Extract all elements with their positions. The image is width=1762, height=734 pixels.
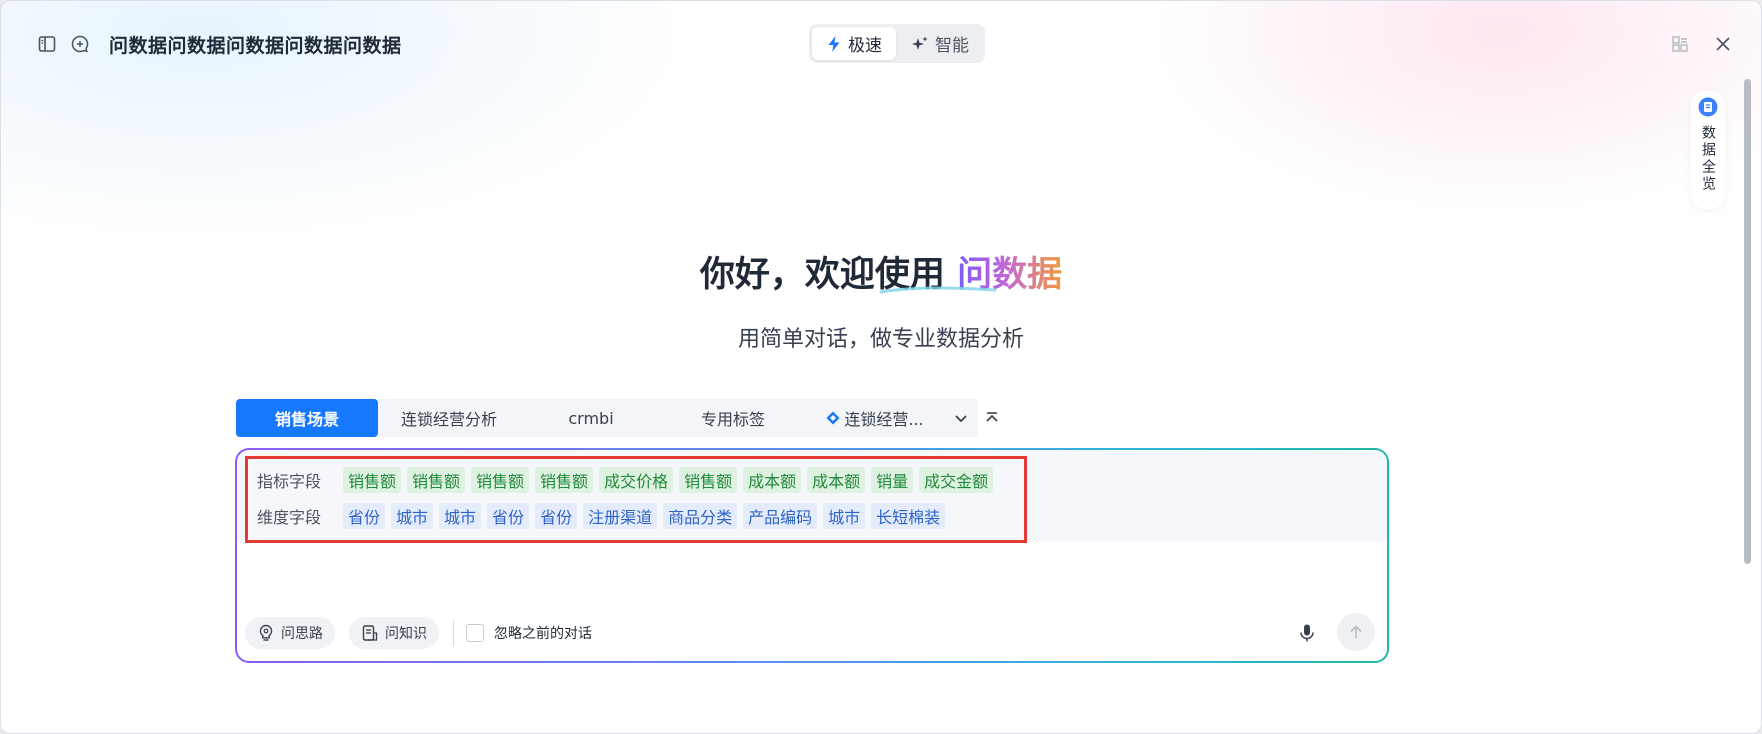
mode-fast-label: 极速 <box>848 36 882 56</box>
metric-field-chip[interactable]: 销售额 <box>535 467 594 493</box>
ask-idea-button[interactable]: 问思路 <box>245 617 335 649</box>
data-overview-label: 数据全览 <box>1700 125 1716 193</box>
toolbar-divider <box>453 620 454 646</box>
close-icon[interactable] <box>1710 31 1736 57</box>
dimension-chip-list: 省份 城市 城市 省份 省份 注册渠道 商品分类 产品编码 城市 长短棉装 <box>343 503 951 529</box>
input-toolbar: 问思路 问知识 忽略之前的对话 <box>245 617 592 649</box>
dimension-field-chip[interactable]: 长短棉装 <box>871 503 946 529</box>
dimension-field-chip[interactable]: 城市 <box>391 503 434 529</box>
app-window: 问数据问数据问数据问数据问数据 极速 智能 数据全览 你好，欢迎使用 问数据 用… <box>0 0 1762 734</box>
dimension-field-chip[interactable]: 商品分类 <box>663 503 738 529</box>
tabs-dropdown-chevron-icon[interactable] <box>951 408 971 428</box>
layout-icon[interactable] <box>1667 31 1693 57</box>
collapse-up-icon[interactable] <box>981 408 1003 428</box>
dimension-field-chip[interactable]: 产品编码 <box>743 503 818 529</box>
tab-sales-scene[interactable]: 销售场景 <box>236 399 378 437</box>
document-icon <box>362 625 378 641</box>
mode-switch: 极速 智能 <box>809 24 985 63</box>
sparkle-icon <box>912 36 928 50</box>
dimension-field-chip[interactable]: 省份 <box>343 503 386 529</box>
chat-input-card: 指标字段 销售额 销售额 销售额 销售额 成交价格 销售额 成本额 成本额 销量 成交金额 维度字… <box>235 448 1389 663</box>
metric-field-chip[interactable]: 销售额 <box>679 467 738 493</box>
data-overview-button[interactable]: 数据全览 <box>1691 91 1725 209</box>
metric-field-chip[interactable]: 销量 <box>871 467 914 493</box>
tab-chain-operation[interactable]: 连锁经营... <box>804 399 946 437</box>
metric-field-chip[interactable]: 销售额 <box>407 467 466 493</box>
metric-chip-list: 销售额 销售额 销售额 销售额 成交价格 销售额 成本额 成本额 销量 成交金额 <box>343 467 999 493</box>
brand-underline-swoosh <box>879 286 997 294</box>
metric-field-chip[interactable]: 销售额 <box>343 467 402 493</box>
tab-crmbi[interactable]: crmbi <box>520 399 662 437</box>
scene-tabs: 销售场景 连锁经营分析 crmbi 专用标签 连锁经营... <box>236 399 978 437</box>
lightbulb-icon <box>259 624 273 641</box>
dimension-field-chip[interactable]: 城市 <box>823 503 866 529</box>
data-overview-icon <box>1698 97 1718 117</box>
lightning-icon <box>828 35 840 52</box>
ask-knowledge-button[interactable]: 问知识 <box>349 617 439 649</box>
dimension-field-chip[interactable]: 省份 <box>487 503 530 529</box>
dimension-field-chip[interactable]: 注册渠道 <box>583 503 658 529</box>
dimension-fields-row: 维度字段 省份 城市 城市 省份 省份 注册渠道 商品分类 产品编码 城市 长短棉装 <box>257 502 951 530</box>
send-button[interactable] <box>1337 613 1375 651</box>
dimension-fields-label: 维度字段 <box>257 508 322 527</box>
metric-field-chip[interactable]: 成交金额 <box>919 467 994 493</box>
metric-fields-row: 指标字段 销售额 销售额 销售额 销售额 成交价格 销售额 成本额 成本额 销量 成交金额 <box>257 466 999 494</box>
welcome-subtitle: 用简单对话，做专业数据分析 <box>737 327 1024 352</box>
new-chat-icon[interactable] <box>67 31 93 57</box>
chat-input-area[interactable]: 指标字段 销售额 销售额 销售额 销售额 成交价格 销售额 成本额 成本额 销量 成交金额 维度字… <box>237 450 1387 661</box>
sidebar-toggle-icon[interactable] <box>34 31 60 57</box>
mode-fast-button[interactable]: 极速 <box>812 27 896 60</box>
metric-field-chip[interactable]: 成交价格 <box>599 467 674 493</box>
tab-special-tags[interactable]: 专用标签 <box>662 399 804 437</box>
metric-field-chip[interactable]: 成本额 <box>807 467 866 493</box>
metric-fields-label: 指标字段 <box>257 472 322 491</box>
ignore-history-label: 忽略之前的对话 <box>494 626 592 642</box>
tab-chain-analysis[interactable]: 连锁经营分析 <box>378 399 520 437</box>
metric-field-chip[interactable]: 销售额 <box>471 467 530 493</box>
mode-smart-button[interactable]: 智能 <box>898 27 982 60</box>
diamond-icon <box>826 411 840 425</box>
dimension-field-chip[interactable]: 省份 <box>535 503 578 529</box>
arrow-up-icon <box>1350 625 1362 638</box>
metric-field-chip[interactable]: 成本额 <box>743 467 802 493</box>
dimension-field-chip[interactable]: 城市 <box>439 503 482 529</box>
window-title: 问数据问数据问数据问数据问数据 <box>109 35 402 57</box>
top-bar: 问数据问数据问数据问数据问数据 极速 智能 <box>1 1 1761 87</box>
ignore-history-checkbox[interactable] <box>466 624 484 642</box>
field-suggestions: 指标字段 销售额 销售额 销售额 销售额 成交价格 销售额 成本额 成本额 销量 成交金额 维度字… <box>237 450 1387 542</box>
mode-smart-label: 智能 <box>935 36 969 56</box>
microphone-icon[interactable] <box>1295 621 1319 645</box>
